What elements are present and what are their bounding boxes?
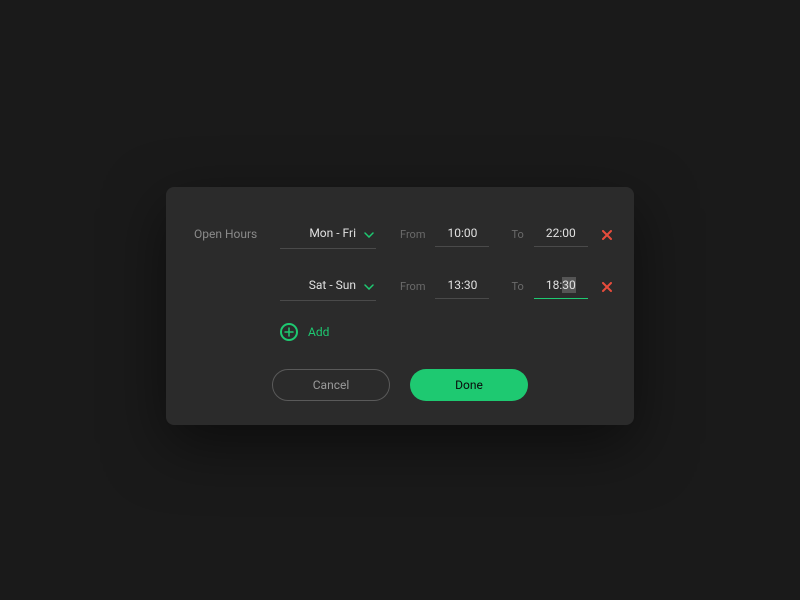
- close-icon: [602, 277, 612, 296]
- plus-circle-icon: [280, 323, 298, 341]
- add-row-button[interactable]: Add: [280, 323, 606, 341]
- day-range-select[interactable]: Mon - Fri: [280, 219, 376, 249]
- from-time-input[interactable]: 10:00: [435, 222, 489, 247]
- from-label: From: [400, 280, 425, 293]
- delete-row-button[interactable]: [600, 279, 614, 293]
- open-hours-dialog: Open Hours Mon - Fri From 10:00 To 22:00…: [166, 187, 634, 425]
- to-label: To: [511, 228, 523, 241]
- from-label: From: [400, 228, 425, 241]
- to-label: To: [511, 280, 523, 293]
- delete-row-button[interactable]: [600, 227, 614, 241]
- cancel-button[interactable]: Cancel: [272, 369, 390, 401]
- day-range-value: Mon - Fri: [309, 226, 356, 240]
- dialog-actions: Cancel Done: [194, 369, 606, 401]
- done-button[interactable]: Done: [410, 369, 528, 401]
- chevron-down-icon: [364, 223, 374, 242]
- add-label: Add: [308, 325, 329, 339]
- close-icon: [602, 225, 612, 244]
- day-range-value: Sat - Sun: [309, 278, 356, 292]
- from-time-input[interactable]: 13:30: [435, 274, 489, 299]
- section-label: Open Hours: [194, 227, 280, 241]
- day-range-select[interactable]: Sat - Sun: [280, 271, 376, 301]
- hours-row: Open Hours Mon - Fri From 10:00 To 22:00: [194, 219, 606, 249]
- hours-row: Sat - Sun From 13:30 To 18:30: [194, 271, 606, 301]
- chevron-down-icon: [364, 275, 374, 294]
- to-time-input[interactable]: 22:00: [534, 222, 588, 247]
- to-time-input[interactable]: 18:30: [534, 274, 588, 299]
